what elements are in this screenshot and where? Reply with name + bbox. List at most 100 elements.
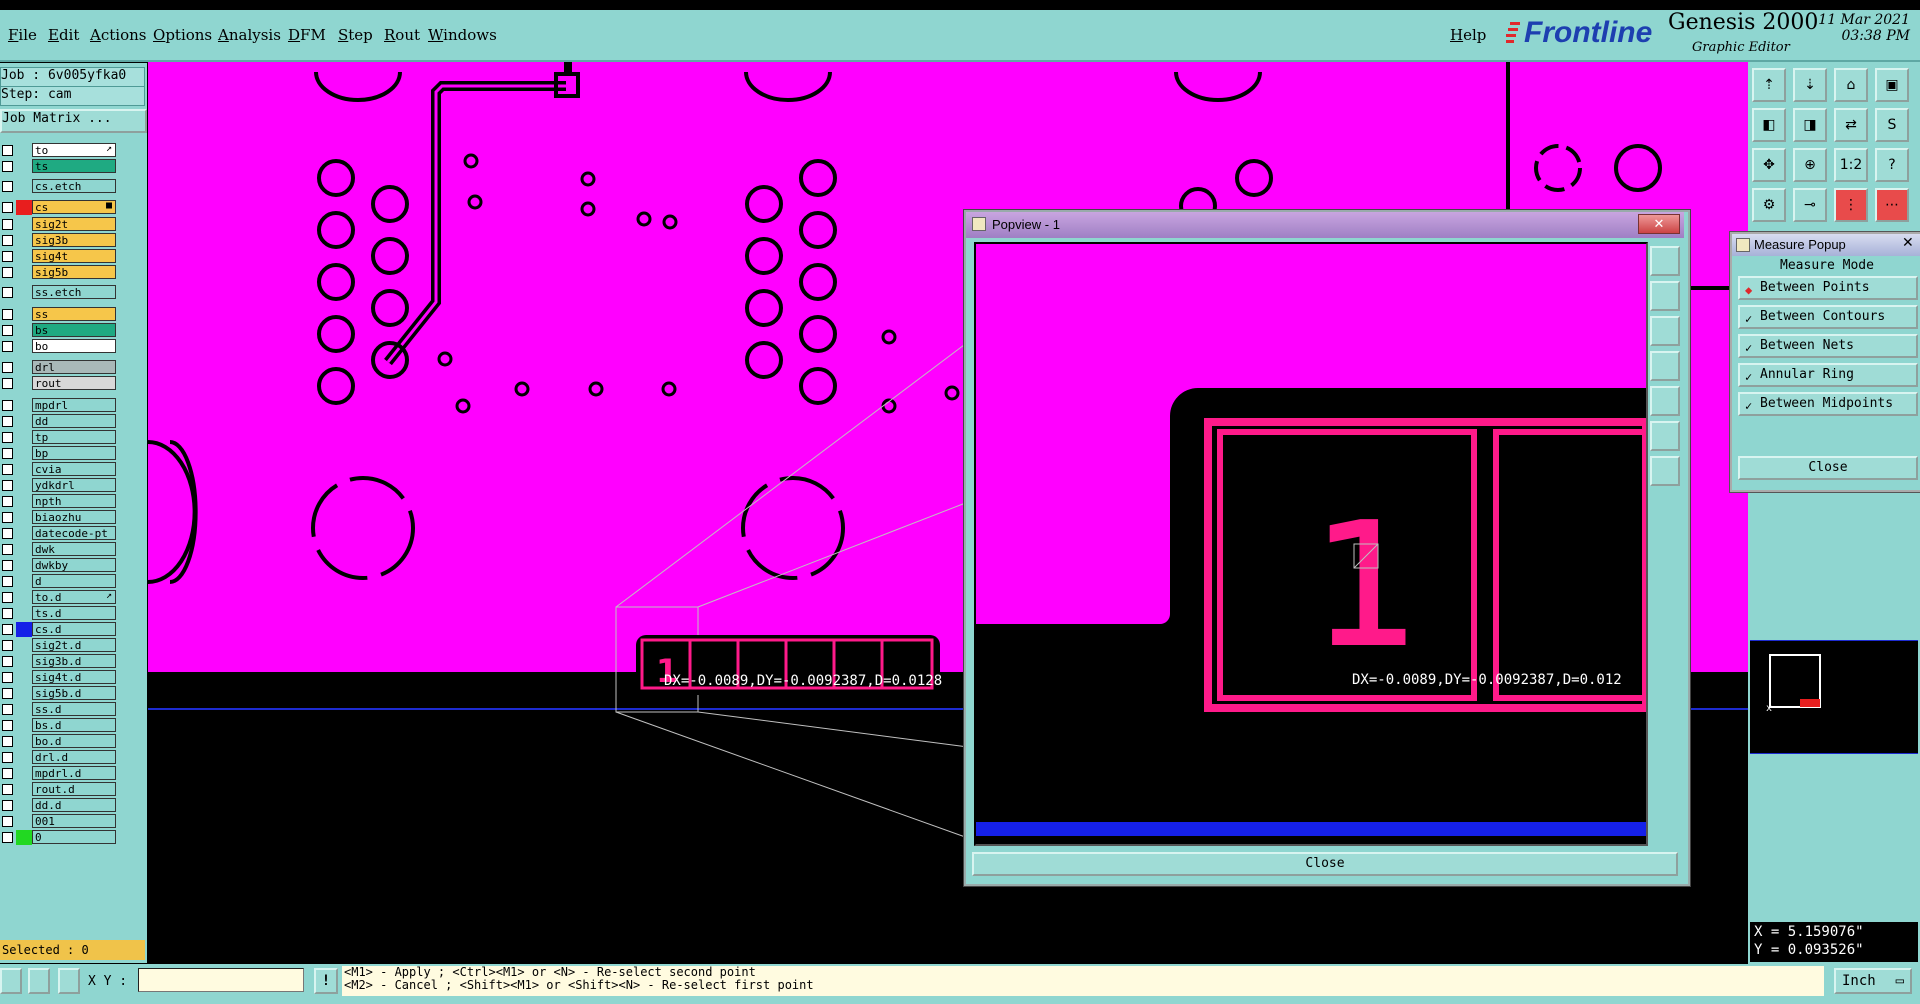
layer-row[interactable]: ss (0, 307, 118, 322)
layer-checkbox[interactable] (2, 251, 13, 262)
menu-actions[interactable]: Actions (90, 26, 146, 44)
layer-row[interactable]: cs.d (0, 622, 118, 637)
menu-dfm[interactable]: DFM (288, 26, 326, 44)
menu-options[interactable]: Options (153, 26, 212, 44)
layer-row[interactable]: biaozhu (0, 510, 118, 525)
layer-row[interactable]: tp (0, 430, 118, 445)
layer-row[interactable]: bo (0, 339, 118, 354)
layer-checkbox[interactable] (2, 624, 13, 635)
layer-row[interactable]: datecode-pt (0, 526, 118, 541)
layer-checkbox[interactable] (2, 400, 13, 411)
layer-checkbox[interactable] (2, 287, 13, 298)
menu-edit[interactable]: Edit (48, 26, 79, 44)
layer-checkbox[interactable] (2, 496, 13, 507)
layer-row[interactable]: sig4t.d (0, 670, 118, 685)
layer-row[interactable]: sig2t.d (0, 638, 118, 653)
layer-row[interactable]: cs ■ (0, 200, 118, 215)
layer-checkbox[interactable] (2, 161, 13, 172)
mirror-icon[interactable]: ⇄ (1834, 108, 1868, 142)
layer-row[interactable]: sig3b.d (0, 654, 118, 669)
layer-down-icon[interactable]: ⇣ (1793, 68, 1827, 102)
layer-row[interactable]: dwkby (0, 558, 118, 573)
layer-row[interactable]: dwk (0, 542, 118, 557)
xy-input[interactable] (138, 968, 304, 992)
layer-checkbox[interactable] (2, 145, 13, 156)
layer-row[interactable]: ss.d (0, 702, 118, 717)
pan-right-icon[interactable] (1650, 386, 1680, 416)
popview-close-button[interactable]: Close (972, 852, 1678, 876)
layer-row[interactable]: ts (0, 159, 118, 174)
layer-checkbox[interactable] (2, 512, 13, 523)
layer-checkbox[interactable] (2, 448, 13, 459)
layer-row[interactable]: sig4t (0, 249, 118, 264)
measure-option[interactable]: ✓ Between Nets (1738, 334, 1918, 358)
layer-checkbox[interactable] (2, 219, 13, 230)
layer-row[interactable]: bs.d (0, 718, 118, 733)
layer-row[interactable]: cvia (0, 462, 118, 477)
layer-checkbox[interactable] (2, 736, 13, 747)
layer-checkbox[interactable] (2, 720, 13, 731)
menu-file[interactable]: File (8, 26, 37, 44)
layer-row[interactable]: rout (0, 376, 118, 391)
menu-rout[interactable]: Rout (384, 26, 420, 44)
layer-checkbox[interactable] (2, 704, 13, 715)
layer-checkbox[interactable] (2, 362, 13, 373)
home-icon[interactable]: ⌂ (1834, 68, 1868, 102)
layer-up-icon[interactable] (1650, 281, 1680, 311)
layer-row[interactable]: dd.d (0, 798, 118, 813)
layer-row[interactable]: 001 (0, 814, 118, 829)
layer-checkbox[interactable] (2, 576, 13, 587)
layer-checkbox[interactable] (2, 432, 13, 443)
menu-help[interactable]: Help (1450, 26, 1486, 44)
step-s-icon[interactable]: S (1875, 108, 1909, 142)
layer-row[interactable]: to.d ↗ (0, 590, 118, 605)
probe-icon[interactable]: ⊸ (1793, 188, 1827, 222)
pan-left-icon[interactable] (1650, 351, 1680, 381)
grid-icon[interactable] (58, 968, 80, 994)
scale-1-2-icon[interactable]: 1:2 (1834, 148, 1868, 182)
draw-line-icon[interactable] (0, 968, 22, 994)
net-icon[interactable]: ⋯ (1875, 188, 1909, 222)
menu-windows[interactable]: Windows (428, 26, 497, 44)
layer-row[interactable]: bp (0, 446, 118, 461)
layer-checkbox[interactable] (2, 656, 13, 667)
menu-step[interactable]: Step (338, 26, 373, 44)
units-selector[interactable]: Inch ▭ (1834, 968, 1912, 994)
layer-row[interactable]: ydkdrl (0, 478, 118, 493)
layer-down-icon[interactable] (1650, 316, 1680, 346)
layer-row[interactable]: drl (0, 360, 118, 375)
layer-row[interactable]: ts.d (0, 606, 118, 621)
layer-row[interactable]: rout.d (0, 782, 118, 797)
layer-up-icon[interactable]: ⇡ (1752, 68, 1786, 102)
zoom-fit-icon[interactable] (1650, 421, 1680, 451)
popview-close-icon[interactable]: ✕ (1638, 214, 1680, 234)
layer-checkbox[interactable] (2, 752, 13, 763)
minimap[interactable]: x (1750, 640, 1918, 754)
settings-icon[interactable]: ⚙ (1752, 188, 1786, 222)
layer-checkbox[interactable] (2, 608, 13, 619)
layer-row[interactable]: ss.etch (0, 285, 118, 300)
layer-checkbox[interactable] (2, 560, 13, 571)
popview-titlebar[interactable]: Popview - 1 ✕ (966, 212, 1684, 238)
layer-row[interactable]: sig5b (0, 265, 118, 280)
layer-checkbox[interactable] (2, 267, 13, 278)
measure-option[interactable]: ◆ Between Points (1738, 276, 1918, 300)
layer-row[interactable]: d (0, 574, 118, 589)
layer-row[interactable]: sig2t (0, 217, 118, 232)
layer-row[interactable]: npth (0, 494, 118, 509)
layer-checkbox[interactable] (2, 378, 13, 389)
layer-checkbox[interactable] (2, 464, 13, 475)
zoom-center-icon[interactable]: ⊕ (1793, 148, 1827, 182)
layer-checkbox[interactable] (2, 341, 13, 352)
measure-option[interactable]: ✓ Between Contours (1738, 305, 1918, 329)
layer-checkbox[interactable] (2, 309, 13, 320)
layer-row[interactable]: mpdrl.d (0, 766, 118, 781)
layer-checkbox[interactable] (2, 202, 13, 213)
layer-checkbox[interactable] (2, 544, 13, 555)
layer-row[interactable]: cs.etch (0, 179, 118, 194)
snap-icon[interactable]: ⋮ (1834, 188, 1868, 222)
zoom-in-icon[interactable] (1650, 246, 1680, 276)
zoom-window-icon[interactable]: ▣ (1875, 68, 1909, 102)
job-matrix-button[interactable]: Job Matrix ... (0, 109, 147, 133)
layer-checkbox[interactable] (2, 416, 13, 427)
